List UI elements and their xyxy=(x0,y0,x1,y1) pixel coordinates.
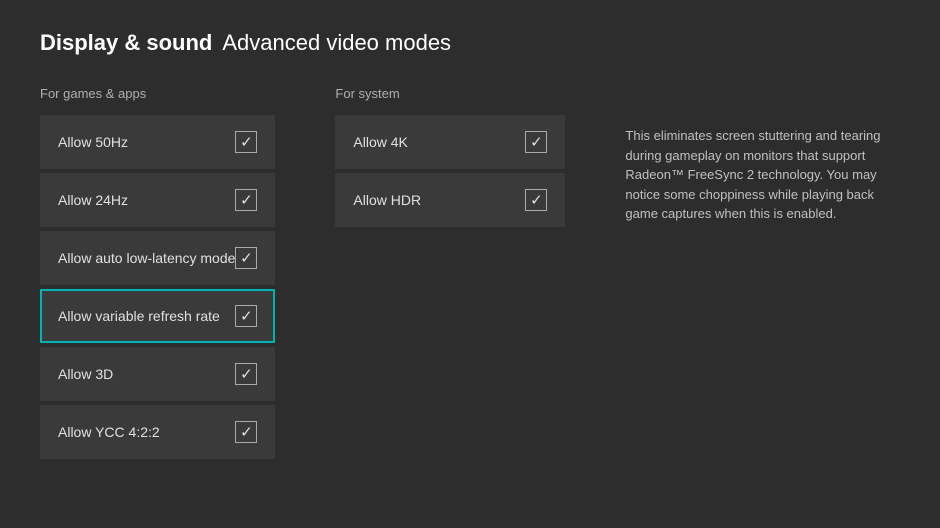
setting-item-allow-3d[interactable]: Allow 3D xyxy=(40,347,275,401)
setting-label-allow-hdr: Allow HDR xyxy=(353,192,421,208)
checkbox-allow-variable-refresh-rate[interactable] xyxy=(235,305,257,327)
games-apps-title: For games & apps xyxy=(40,86,275,101)
description-text: This eliminates screen stuttering and te… xyxy=(625,116,885,224)
setting-item-allow-variable-refresh-rate[interactable]: Allow variable refresh rate xyxy=(40,289,275,343)
checkbox-allow-4k[interactable] xyxy=(525,131,547,153)
description-panel: This eliminates screen stuttering and te… xyxy=(625,86,885,463)
setting-item-allow-4k[interactable]: Allow 4K xyxy=(335,115,565,169)
setting-label-allow-24hz: Allow 24Hz xyxy=(58,192,128,208)
system-column: For system Allow 4K Allow HDR xyxy=(335,86,565,463)
setting-label-allow-auto-low-latency: Allow auto low-latency mode xyxy=(58,250,235,266)
checkbox-allow-24hz[interactable] xyxy=(235,189,257,211)
header-main-title: Display & sound xyxy=(40,30,212,56)
setting-item-allow-50hz[interactable]: Allow 50Hz xyxy=(40,115,275,169)
checkbox-allow-50hz[interactable] xyxy=(235,131,257,153)
checkbox-allow-ycc-422[interactable] xyxy=(235,421,257,443)
setting-item-allow-ycc-422[interactable]: Allow YCC 4:2:2 xyxy=(40,405,275,459)
system-title: For system xyxy=(335,86,565,101)
setting-label-allow-3d: Allow 3D xyxy=(58,366,113,382)
checkbox-allow-hdr[interactable] xyxy=(525,189,547,211)
setting-label-allow-4k: Allow 4K xyxy=(353,134,407,150)
setting-label-allow-ycc-422: Allow YCC 4:2:2 xyxy=(58,424,160,440)
setting-item-allow-hdr[interactable]: Allow HDR xyxy=(335,173,565,227)
setting-label-allow-variable-refresh-rate: Allow variable refresh rate xyxy=(58,308,220,324)
header: Display & sound Advanced video modes xyxy=(0,0,940,76)
checkbox-allow-auto-low-latency[interactable] xyxy=(235,247,257,269)
checkbox-allow-3d[interactable] xyxy=(235,363,257,385)
header-sub-title: Advanced video modes xyxy=(222,30,451,56)
setting-label-allow-50hz: Allow 50Hz xyxy=(58,134,128,150)
setting-item-allow-24hz[interactable]: Allow 24Hz xyxy=(40,173,275,227)
setting-item-allow-auto-low-latency[interactable]: Allow auto low-latency mode xyxy=(40,231,275,285)
games-apps-column: For games & apps Allow 50Hz Allow 24Hz All… xyxy=(40,86,275,463)
